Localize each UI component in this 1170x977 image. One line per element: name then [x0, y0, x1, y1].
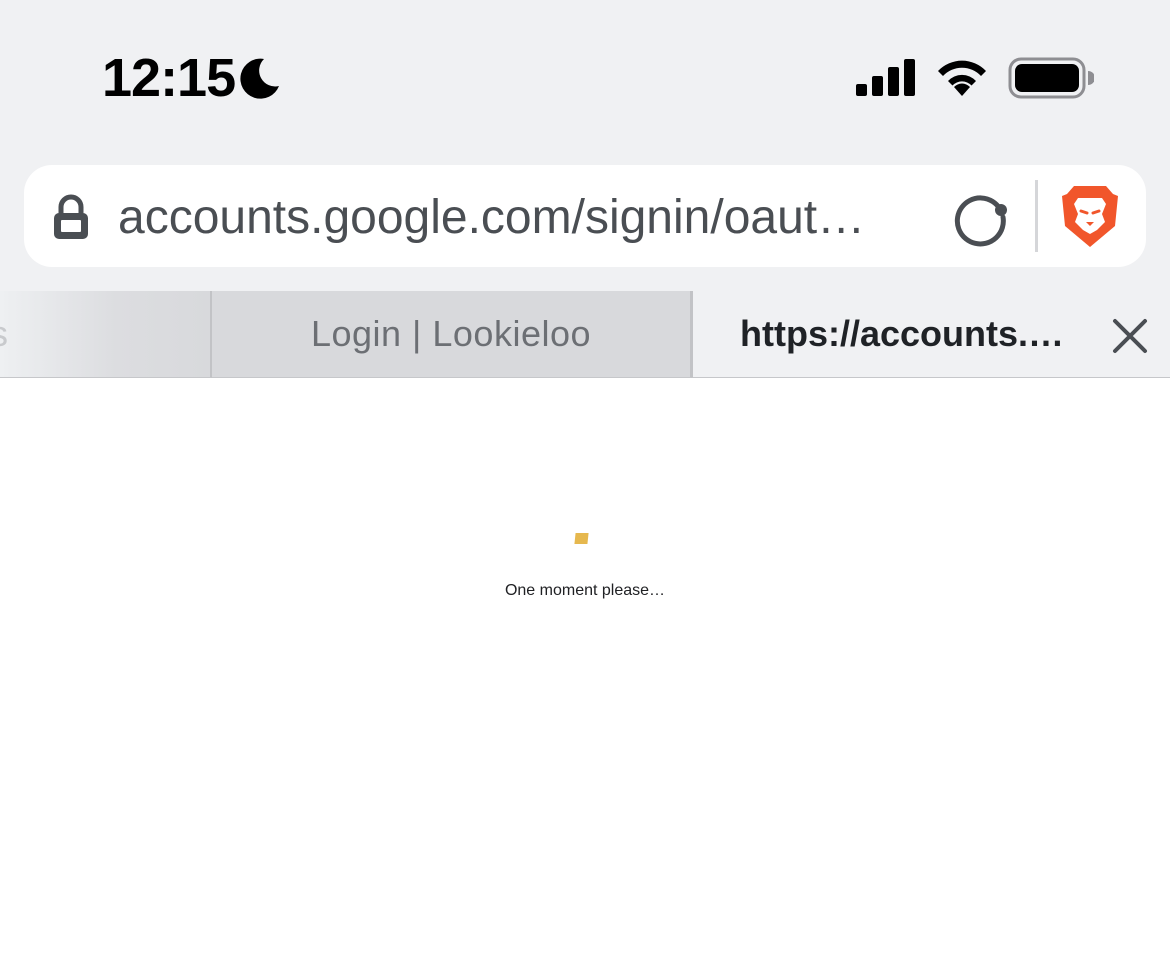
- address-bar-divider: [1035, 180, 1038, 252]
- tab-previous[interactable]: s: [0, 291, 212, 378]
- wifi-icon: [938, 60, 986, 96]
- signal-bars-icon: [856, 59, 915, 96]
- url-text[interactable]: accounts.google.com/signin/oaut…: [118, 188, 918, 248]
- close-icon[interactable]: [1111, 317, 1149, 355]
- tab-previous-label: s: [0, 313, 8, 355]
- loading-spinner: [574, 533, 589, 544]
- reload-icon[interactable]: [950, 187, 1010, 247]
- tab-login-label: Login | Lookieloo: [310, 313, 592, 354]
- battery-icon: [1008, 57, 1094, 99]
- tab-active-label: https://accounts.…: [740, 313, 1065, 354]
- tab-active[interactable]: https://accounts.…: [692, 291, 1170, 378]
- loading-message: One moment please…: [504, 582, 666, 599]
- brave-shields-icon[interactable]: [1061, 184, 1119, 248]
- status-time: 12:15: [102, 48, 236, 108]
- moon-icon: [240, 58, 279, 99]
- tab-strip: s Login | Lookieloo https://accounts.…: [0, 291, 1170, 378]
- tab-login-lookieloo[interactable]: Login | Lookieloo: [212, 291, 692, 378]
- lock-icon: [54, 194, 88, 239]
